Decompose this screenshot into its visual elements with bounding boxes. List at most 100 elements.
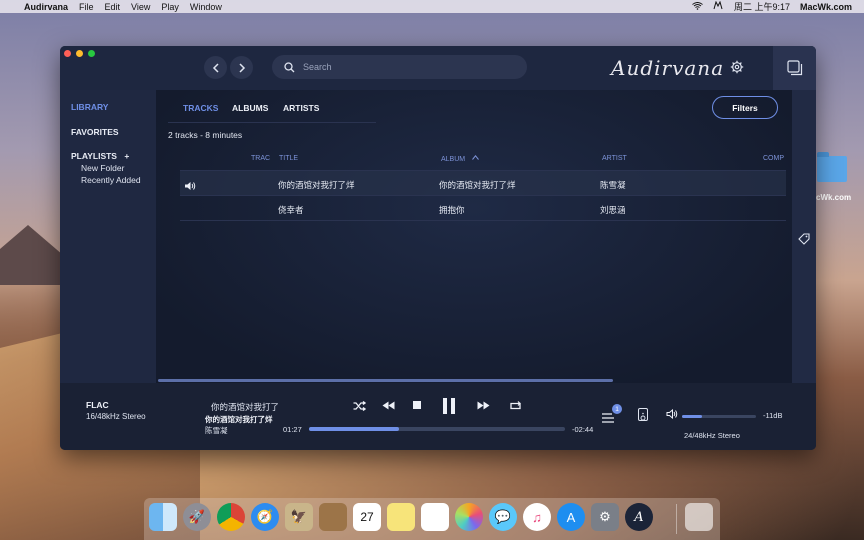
now-playing-scroll-title: 你的酒馆对我打了 xyxy=(211,402,280,412)
progress-bar[interactable] xyxy=(309,427,565,431)
contacts-icon[interactable] xyxy=(319,503,347,531)
desktop-folder-label: cWk.com xyxy=(816,193,852,202)
column-header-album[interactable]: ALBUM xyxy=(441,155,479,163)
sidebar-item-recently-added[interactable]: Recently Added xyxy=(81,175,141,185)
dock: 🚀 🧭 🦅 27 💬 ♫ A ⚙ A xyxy=(144,498,720,540)
table-row[interactable]: 你的酒馆对我打了烊 你的酒馆对我打了烊 陈雪凝 xyxy=(180,171,786,196)
menubar-site: MacWk.com xyxy=(799,1,852,12)
cell-title: 你的酒馆对我打了烊 xyxy=(278,180,355,190)
messages-icon[interactable]: 💬 xyxy=(489,503,517,531)
menubar-clock[interactable]: 周二 上午9:17 xyxy=(734,0,790,13)
sort-ascending-icon xyxy=(472,155,479,160)
tab-tracks[interactable]: TRACKS xyxy=(183,103,218,113)
close-window-button[interactable] xyxy=(64,50,71,57)
sidebar-item-favorites[interactable]: FAVORITES xyxy=(71,127,119,137)
elapsed-time: 01:27 xyxy=(283,425,302,434)
repeat-button[interactable] xyxy=(509,401,522,411)
search-icon xyxy=(284,61,295,72)
stop-button[interactable] xyxy=(413,401,421,409)
minimize-window-button[interactable] xyxy=(76,50,83,57)
column-header-title[interactable]: TITLE xyxy=(279,155,298,162)
column-header-composer[interactable]: COMP xyxy=(763,155,784,162)
sidebar-item-playlists[interactable]: PLAYLISTS + xyxy=(71,151,129,161)
now-playing-artist[interactable]: 陈雪凝 xyxy=(205,425,228,436)
queue-count-badge: 1 xyxy=(612,404,622,414)
tabs-divider xyxy=(168,122,376,123)
tag-button[interactable] xyxy=(798,232,810,250)
library-content: TRACKS ALBUMS ARTISTS Filters 2 tracks -… xyxy=(156,90,792,383)
next-button[interactable] xyxy=(477,401,490,410)
system-preferences-icon[interactable]: ⚙ xyxy=(591,503,619,531)
photos-icon[interactable] xyxy=(455,503,483,531)
menu-window[interactable]: Window xyxy=(190,2,222,12)
mail-icon[interactable]: 🦅 xyxy=(285,503,313,531)
volume-slider[interactable] xyxy=(682,415,756,418)
pause-button[interactable] xyxy=(442,398,456,414)
audio-device-icon[interactable] xyxy=(638,408,648,421)
add-playlist-button[interactable]: + xyxy=(124,151,129,161)
wifi-icon[interactable] xyxy=(692,1,703,12)
launchpad-icon[interactable]: 🚀 xyxy=(183,503,211,531)
horizontal-scrollbar[interactable] xyxy=(158,379,613,382)
cell-album: 你的酒馆对我打了烊 xyxy=(439,180,516,190)
finder-icon[interactable] xyxy=(149,503,177,531)
cell-title: 侥幸者 xyxy=(278,205,304,215)
calendar-icon[interactable]: 27 xyxy=(353,503,381,531)
audirvana-window: Search Audirvana LIBRARY FAVORITES PLAYL… xyxy=(60,46,816,450)
notes-icon[interactable] xyxy=(387,503,415,531)
track-count: 2 tracks - 8 minutes xyxy=(168,130,243,140)
chevron-left-icon xyxy=(212,62,219,73)
gear-icon xyxy=(730,60,744,74)
menu-edit[interactable]: Edit xyxy=(105,2,121,12)
zoom-window-button[interactable] xyxy=(88,50,95,57)
sidebar: LIBRARY FAVORITES PLAYLISTS + New Folder… xyxy=(60,90,156,383)
input-method-icon[interactable] xyxy=(713,0,724,12)
menu-app-name[interactable]: Audirvana xyxy=(24,2,68,12)
now-playing-speaker-icon xyxy=(184,178,196,196)
file-sample-rate: 16/48kHz Stereo xyxy=(86,412,146,421)
settings-button[interactable] xyxy=(730,60,744,74)
menu-file[interactable]: File xyxy=(79,2,94,12)
back-button[interactable] xyxy=(204,56,227,79)
sidebar-item-library[interactable]: LIBRARY xyxy=(71,102,108,112)
now-playing-title[interactable]: 你的酒馆对我打了烊 xyxy=(205,414,273,425)
column-header-artist[interactable]: ARTIST xyxy=(602,155,627,162)
column-header-track[interactable]: TRAC xyxy=(251,155,270,162)
menu-play[interactable]: Play xyxy=(161,2,179,12)
calendar-day: 27 xyxy=(360,510,374,524)
app-store-icon[interactable]: A xyxy=(557,503,585,531)
pause-icon xyxy=(443,398,455,414)
title-bar: Search Audirvana xyxy=(60,46,816,90)
menu-view[interactable]: View xyxy=(131,2,150,12)
column-header-album-label: ALBUM xyxy=(441,156,466,163)
itunes-icon[interactable]: ♫ xyxy=(523,503,551,531)
queue-list-icon xyxy=(602,413,614,423)
filters-button[interactable]: Filters xyxy=(712,96,778,119)
table-row[interactable]: 侥幸者 拥抱你 刘思涵 xyxy=(180,196,786,221)
audirvana-icon[interactable]: A xyxy=(625,503,653,531)
volume-icon[interactable] xyxy=(666,408,678,422)
rewind-icon xyxy=(382,401,395,410)
trash-icon[interactable] xyxy=(685,503,713,531)
tab-albums[interactable]: ALBUMS xyxy=(232,103,268,113)
desktop-folder-icon[interactable] xyxy=(817,152,847,182)
search-input[interactable]: Search xyxy=(272,55,527,79)
info-panel-strip xyxy=(792,90,816,383)
safari-icon[interactable]: 🧭 xyxy=(251,503,279,531)
reminders-icon[interactable] xyxy=(421,503,449,531)
sidebar-playlists-label: PLAYLISTS xyxy=(71,151,117,161)
player-bar: FLAC 16/48kHz Stereo 你的酒馆对我打了 你的酒馆对我打了烊 … xyxy=(60,383,816,450)
chrome-icon[interactable] xyxy=(217,503,245,531)
previous-button[interactable] xyxy=(382,401,395,410)
output-format: 24/48kHz Stereo xyxy=(684,431,740,440)
tab-artists[interactable]: ARTISTS xyxy=(283,103,319,113)
audirvana-logo: Audirvana xyxy=(611,56,725,80)
chevron-right-icon xyxy=(238,62,245,73)
forward-button[interactable] xyxy=(230,56,253,79)
sidebar-item-new-folder[interactable]: New Folder xyxy=(81,163,124,173)
menu-bar: Audirvana File Edit View Play Window 周二 … xyxy=(0,0,864,13)
queue-button[interactable] xyxy=(602,410,614,428)
mini-player-button[interactable] xyxy=(773,46,816,90)
shuffle-button[interactable] xyxy=(353,401,366,411)
shuffle-icon xyxy=(353,401,366,411)
